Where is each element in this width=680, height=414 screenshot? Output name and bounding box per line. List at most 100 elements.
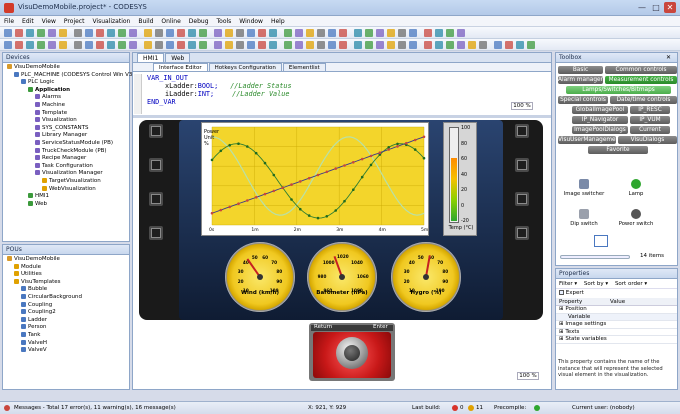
tree-item[interactable]: PLC_MACHINE (CODESYS Control Win V3) — [5, 71, 135, 80]
tree-item[interactable]: CircularBackground — [5, 293, 127, 302]
toolbar-button-icon[interactable] — [188, 41, 196, 49]
toolbar-button-icon[interactable] — [236, 41, 244, 49]
menu-online[interactable]: Online — [157, 16, 184, 27]
toolbar-button-icon[interactable] — [4, 41, 12, 49]
toolbar-button-icon[interactable] — [247, 41, 255, 49]
tree-item[interactable]: Task Configuration — [5, 162, 127, 171]
tree-item[interactable]: SYS_CONSTANTS — [5, 124, 127, 133]
tree-item[interactable]: PLC Logic — [5, 79, 127, 87]
zoom-level-top[interactable]: 100 % — [511, 102, 533, 110]
toolbar-button-icon[interactable] — [166, 29, 174, 37]
left-button-2[interactable] — [149, 158, 163, 172]
toolbar-button-icon[interactable] — [258, 41, 266, 49]
toolbar-button-icon[interactable] — [96, 29, 104, 37]
sort-by-dropdown[interactable]: Sort by — [584, 281, 604, 287]
right-button-3[interactable] — [515, 192, 529, 206]
toolbar-button-icon[interactable] — [155, 41, 163, 49]
toolbar-button-icon[interactable] — [306, 41, 314, 49]
expert-checkbox[interactable] — [559, 290, 564, 295]
toolbox-category[interactable]: IP_VUM — [630, 116, 670, 124]
menu-project[interactable]: Project — [60, 16, 89, 27]
tree-item[interactable]: Library Manager — [5, 132, 127, 140]
toolbar-button-icon[interactable] — [129, 41, 137, 49]
left-button-3[interactable] — [149, 192, 163, 206]
toolbox-category[interactable]: Common controls — [605, 66, 677, 74]
menu-build[interactable]: Build — [134, 16, 157, 27]
toolbar-button-icon[interactable] — [284, 41, 292, 49]
toolbar-button-icon[interactable] — [199, 41, 207, 49]
doc-tab-web[interactable]: Web — [165, 53, 191, 62]
tree-item[interactable]: Coupling — [5, 301, 127, 310]
toolbar-button-icon[interactable] — [479, 41, 487, 49]
property-row[interactable]: ⊞ State variables — [556, 336, 677, 344]
filter-dropdown[interactable]: Filter — [559, 281, 573, 287]
toolbar-button-icon[interactable] — [295, 29, 303, 37]
toolbox-category[interactable]: GlobalImagePool — [572, 106, 628, 114]
minimize-icon[interactable]: — — [636, 2, 648, 13]
tab-elementlist[interactable]: Elementlist — [282, 63, 326, 71]
toolbar-button-icon[interactable] — [435, 29, 443, 37]
tab-hotkeys[interactable]: Hotkeys Configuration — [208, 63, 282, 71]
toolbar-button-icon[interactable] — [26, 41, 34, 49]
toolbar-button-icon[interactable] — [107, 41, 115, 49]
toolbar-button-icon[interactable] — [339, 29, 347, 37]
toolbar-button-icon[interactable] — [74, 41, 82, 49]
tree-item[interactable]: Template — [5, 109, 127, 118]
toolbar-button-icon[interactable] — [328, 41, 336, 49]
tree-item[interactable]: Recipe Manager — [5, 155, 127, 163]
toolbar-button-icon[interactable] — [118, 41, 126, 49]
right-button-1[interactable] — [515, 124, 529, 138]
toolbar-button-icon[interactable] — [409, 29, 417, 37]
toolbar-button-icon[interactable] — [74, 29, 82, 37]
toolbar-button-icon[interactable] — [129, 29, 137, 37]
toolbox-category[interactable]: IP_Navigator — [572, 116, 628, 124]
toolbox-category[interactable]: Current project — [630, 126, 670, 141]
toolbar-button-icon[interactable] — [155, 29, 163, 37]
menu-debug[interactable]: Debug — [185, 16, 213, 27]
toolbar-button-icon[interactable] — [225, 29, 233, 37]
toolbar-button-icon[interactable] — [85, 41, 93, 49]
visualization-canvas[interactable]: Power Unit % 0s 1m 2m 3m 4m 5m 100 80 60 40 20 0 -2… — [133, 118, 551, 389]
menu-edit[interactable]: Edit — [18, 16, 38, 27]
toolbar-button-icon[interactable] — [15, 41, 23, 49]
tree-item[interactable]: Bubble — [5, 286, 127, 294]
tree-item[interactable]: Utilities — [5, 271, 127, 279]
sort-order-dropdown[interactable]: Sort order — [615, 281, 643, 287]
menu-tools[interactable]: Tools — [213, 16, 236, 27]
toolbox-close-icon[interactable]: ✕ — [666, 54, 671, 61]
toolbar-button-icon[interactable] — [365, 29, 373, 37]
toolbar-button-icon[interactable] — [317, 41, 325, 49]
toolbox-category[interactable]: Special controls — [558, 96, 608, 104]
menu-file[interactable]: File — [0, 16, 18, 27]
lamp-icon[interactable] — [631, 179, 641, 189]
left-button-1[interactable] — [149, 124, 163, 138]
toolbar-button-icon[interactable] — [166, 41, 174, 49]
toolbox-category[interactable]: Measurement controls — [605, 76, 677, 84]
toolbar-button-icon[interactable] — [516, 41, 524, 49]
toolbar-button-icon[interactable] — [258, 29, 266, 37]
toolbar-button-icon[interactable] — [398, 41, 406, 49]
toolbox-category[interactable]: Favorite — [588, 146, 648, 154]
toolbox-category[interactable]: Alarm manager — [558, 76, 603, 84]
toolbar-button-icon[interactable] — [59, 41, 67, 49]
tree-item[interactable]: Visualization Manager — [5, 170, 127, 178]
toolbar-button-icon[interactable] — [269, 29, 277, 37]
menu-help[interactable]: Help — [267, 16, 289, 27]
tree-item[interactable]: VisuDemoMobile — [5, 256, 127, 264]
dip-switch-icon[interactable] — [579, 209, 589, 219]
toolbar-button-icon[interactable] — [424, 41, 432, 49]
toolbar-button-icon[interactable] — [424, 29, 432, 37]
toolbar-button-icon[interactable] — [177, 29, 185, 37]
tree-item[interactable]: Visualization — [5, 117, 127, 125]
zoom-level-bottom[interactable]: 100 % — [517, 372, 539, 380]
toolbar-button-icon[interactable] — [446, 41, 454, 49]
toolbar-button-icon[interactable] — [4, 29, 12, 37]
toolbar-button-icon[interactable] — [118, 29, 126, 37]
return-button-label[interactable]: Return — [314, 324, 332, 330]
toolbar-button-icon[interactable] — [214, 29, 222, 37]
toolbar-button-icon[interactable] — [505, 41, 513, 49]
toolbar-button-icon[interactable] — [26, 29, 34, 37]
menu-window[interactable]: Window — [235, 16, 267, 27]
maximize-icon[interactable]: □ — [650, 2, 662, 13]
toolbar-button-icon[interactable] — [107, 29, 115, 37]
